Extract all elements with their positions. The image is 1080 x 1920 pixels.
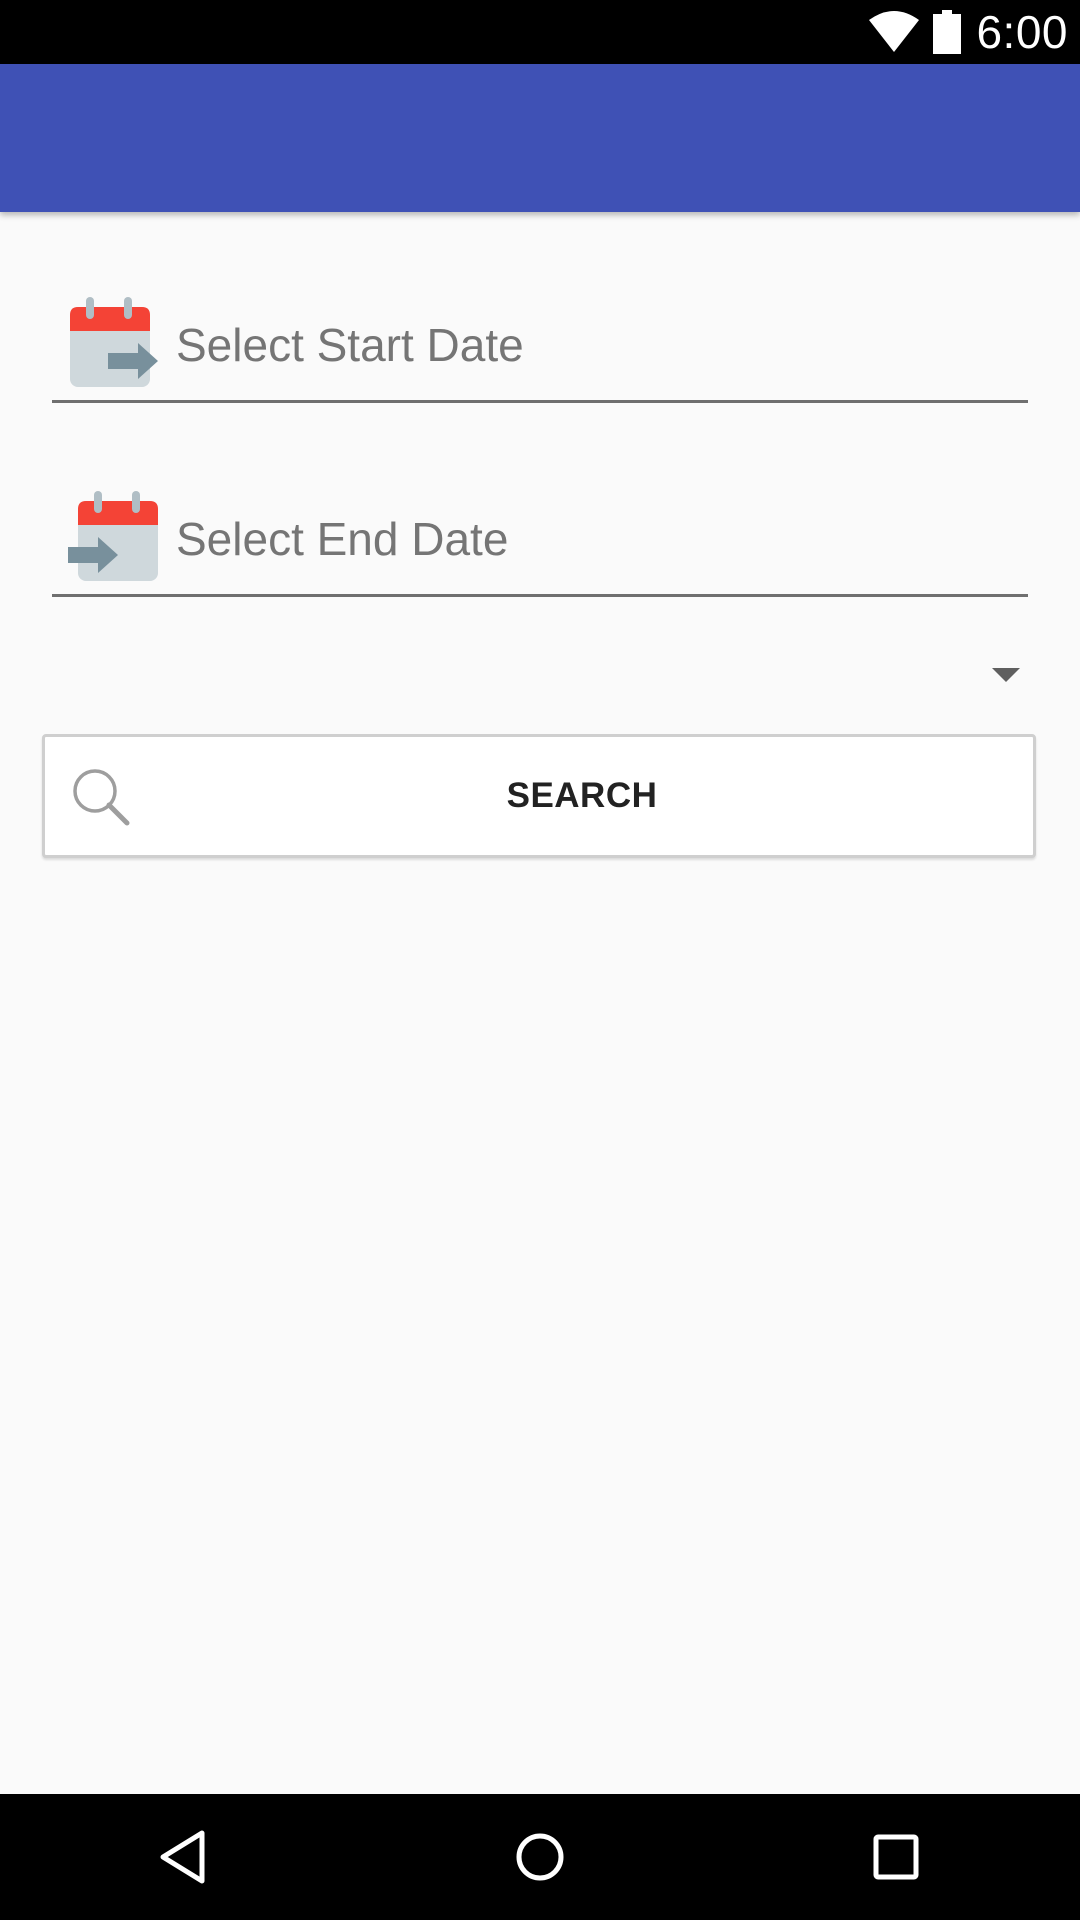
recents-icon[interactable]: [866, 1827, 926, 1887]
back-icon[interactable]: [155, 1827, 215, 1887]
dropdown-arrow-icon: [992, 668, 1020, 682]
search-button-label: SEARCH: [506, 776, 658, 815]
status-time: 6:00: [976, 6, 1068, 58]
end-date-placeholder: Select End Date: [176, 513, 509, 565]
calendar-arrow-right-icon: [70, 297, 158, 387]
start-date-field[interactable]: Select Start Date: [52, 290, 1028, 403]
status-bar: 6:00: [0, 0, 1080, 64]
wifi-icon: [869, 11, 920, 52]
search-button[interactable]: SEARCH: [42, 734, 1036, 858]
start-date-placeholder: Select Start Date: [176, 319, 524, 371]
end-date-field[interactable]: Select End Date: [52, 484, 1028, 597]
status-icons: 6:00: [868, 0, 1068, 64]
battery-icon: [933, 10, 962, 54]
app-bar: [0, 64, 1080, 212]
calendar-arrow-left-icon: [68, 491, 158, 581]
home-icon[interactable]: [510, 1827, 570, 1887]
filter-spinner[interactable]: [52, 640, 1028, 710]
app-screen: 6:00 Select Start Date Select End Date S…: [0, 0, 1080, 1920]
navigation-bar: [0, 1794, 1080, 1920]
